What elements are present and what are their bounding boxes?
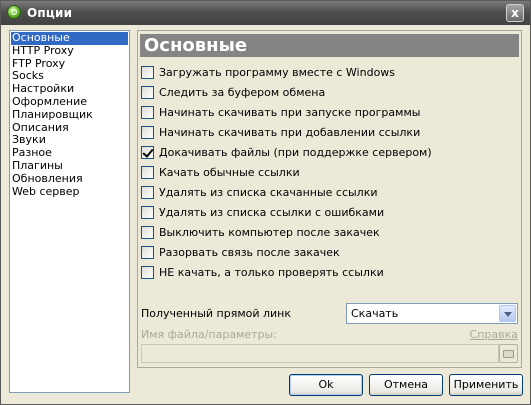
- help-link[interactable]: Справка: [470, 328, 518, 341]
- option-label[interactable]: НЕ качать, а только проверять ссылки: [159, 266, 384, 279]
- params-field[interactable]: [141, 344, 499, 363]
- option-label[interactable]: Начинать скачивать при запуске программы: [159, 106, 420, 119]
- checkbox[interactable]: [141, 86, 154, 99]
- checkbox[interactable]: [141, 166, 154, 179]
- options-window: Опции x Основные HTTP Proxy FTP Proxy So…: [0, 0, 531, 405]
- sidebar-item-main[interactable]: Основные: [11, 31, 128, 45]
- option-label[interactable]: Начинать скачивать при добавлении ссылки: [159, 126, 420, 139]
- sidebar-item-scheduler[interactable]: Планировщик: [10, 108, 129, 122]
- option-start-on-launch[interactable]: Начинать скачивать при запуске программы: [141, 106, 511, 126]
- window-title: Опции: [27, 6, 73, 20]
- checkbox[interactable]: [141, 266, 154, 279]
- sidebar-item-web-server[interactable]: Web сервер: [10, 185, 129, 199]
- folder-icon: [503, 350, 514, 358]
- params-label: Имя файла/параметры:: [141, 328, 277, 341]
- option-monitor-clipboard[interactable]: Следить за буфером обмена: [141, 86, 511, 106]
- title-bar[interactable]: Опции x: [1, 1, 530, 25]
- app-icon: [7, 5, 21, 19]
- option-start-on-add-link[interactable]: Начинать скачивать при добавлении ссылки: [141, 126, 511, 146]
- checkbox[interactable]: [141, 246, 154, 259]
- close-button[interactable]: x: [506, 4, 524, 22]
- direct-link-label: Полученный прямой линк: [141, 307, 292, 320]
- option-autostart-with-windows[interactable]: Загружать программу вместе с Windows: [141, 66, 511, 86]
- apply-button[interactable]: Применить: [449, 374, 523, 396]
- browse-button[interactable]: [499, 344, 518, 363]
- direct-link-row: Полученный прямой линк Скачать: [141, 302, 518, 326]
- checkbox[interactable]: [141, 106, 154, 119]
- section-title: Основные: [140, 34, 519, 57]
- option-label[interactable]: Качать обычные ссылки: [159, 166, 300, 179]
- option-remove-completed[interactable]: Удалять из списка скачанные ссылки: [141, 186, 511, 206]
- option-disconnect-after[interactable]: Разорвать связь после закачек: [141, 246, 511, 266]
- chevron-down-icon[interactable]: [499, 305, 516, 322]
- settings-panel: Основные Загружать программу вместе с Wi…: [137, 30, 522, 368]
- option-shutdown-after[interactable]: Выключить компьютер после закачек: [141, 226, 511, 246]
- option-label[interactable]: Разорвать связь после закачек: [159, 246, 340, 259]
- option-label[interactable]: Удалять из списка скачанные ссылки: [159, 186, 378, 199]
- option-download-regular-links[interactable]: Качать обычные ссылки: [141, 166, 511, 186]
- checkbox-checked[interactable]: [141, 146, 154, 159]
- option-label[interactable]: Выключить компьютер после закачек: [159, 226, 380, 239]
- params-row: Имя файла/параметры: Справка: [141, 328, 518, 342]
- direct-link-select[interactable]: Скачать: [346, 303, 518, 324]
- option-label[interactable]: Докачивать файлы (при поддержке сервером…: [159, 146, 432, 159]
- sidebar-item-plugins[interactable]: Плагины: [10, 159, 129, 173]
- option-label[interactable]: Загружать программу вместе с Windows: [159, 66, 395, 79]
- option-resume-downloads[interactable]: Докачивать файлы (при поддержке сервером…: [141, 146, 511, 166]
- category-list: Основные HTTP Proxy FTP Proxy Socks Наст…: [9, 30, 130, 393]
- checkbox[interactable]: [141, 226, 154, 239]
- cancel-button[interactable]: Отмена: [369, 374, 443, 396]
- option-label[interactable]: Следить за буфером обмена: [159, 86, 325, 99]
- option-label[interactable]: Удалять из списка ссылки с ошибками: [159, 206, 384, 219]
- ok-button[interactable]: Ok: [289, 374, 363, 396]
- option-check-links-only[interactable]: НЕ качать, а только проверять ссылки: [141, 266, 511, 286]
- sidebar-item-http-proxy[interactable]: HTTP Proxy: [10, 44, 129, 58]
- select-value[interactable]: Скачать: [351, 307, 398, 320]
- checkbox[interactable]: [141, 126, 154, 139]
- option-remove-errors[interactable]: Удалять из списка ссылки с ошибками: [141, 206, 511, 226]
- options-list: Загружать программу вместе с Windows Сле…: [141, 66, 511, 286]
- sidebar-item-appearance[interactable]: Оформление: [10, 95, 129, 109]
- checkbox[interactable]: [141, 66, 154, 79]
- checkbox[interactable]: [141, 186, 154, 199]
- sidebar-item-updates[interactable]: Обновления: [10, 172, 129, 186]
- checkbox[interactable]: [141, 206, 154, 219]
